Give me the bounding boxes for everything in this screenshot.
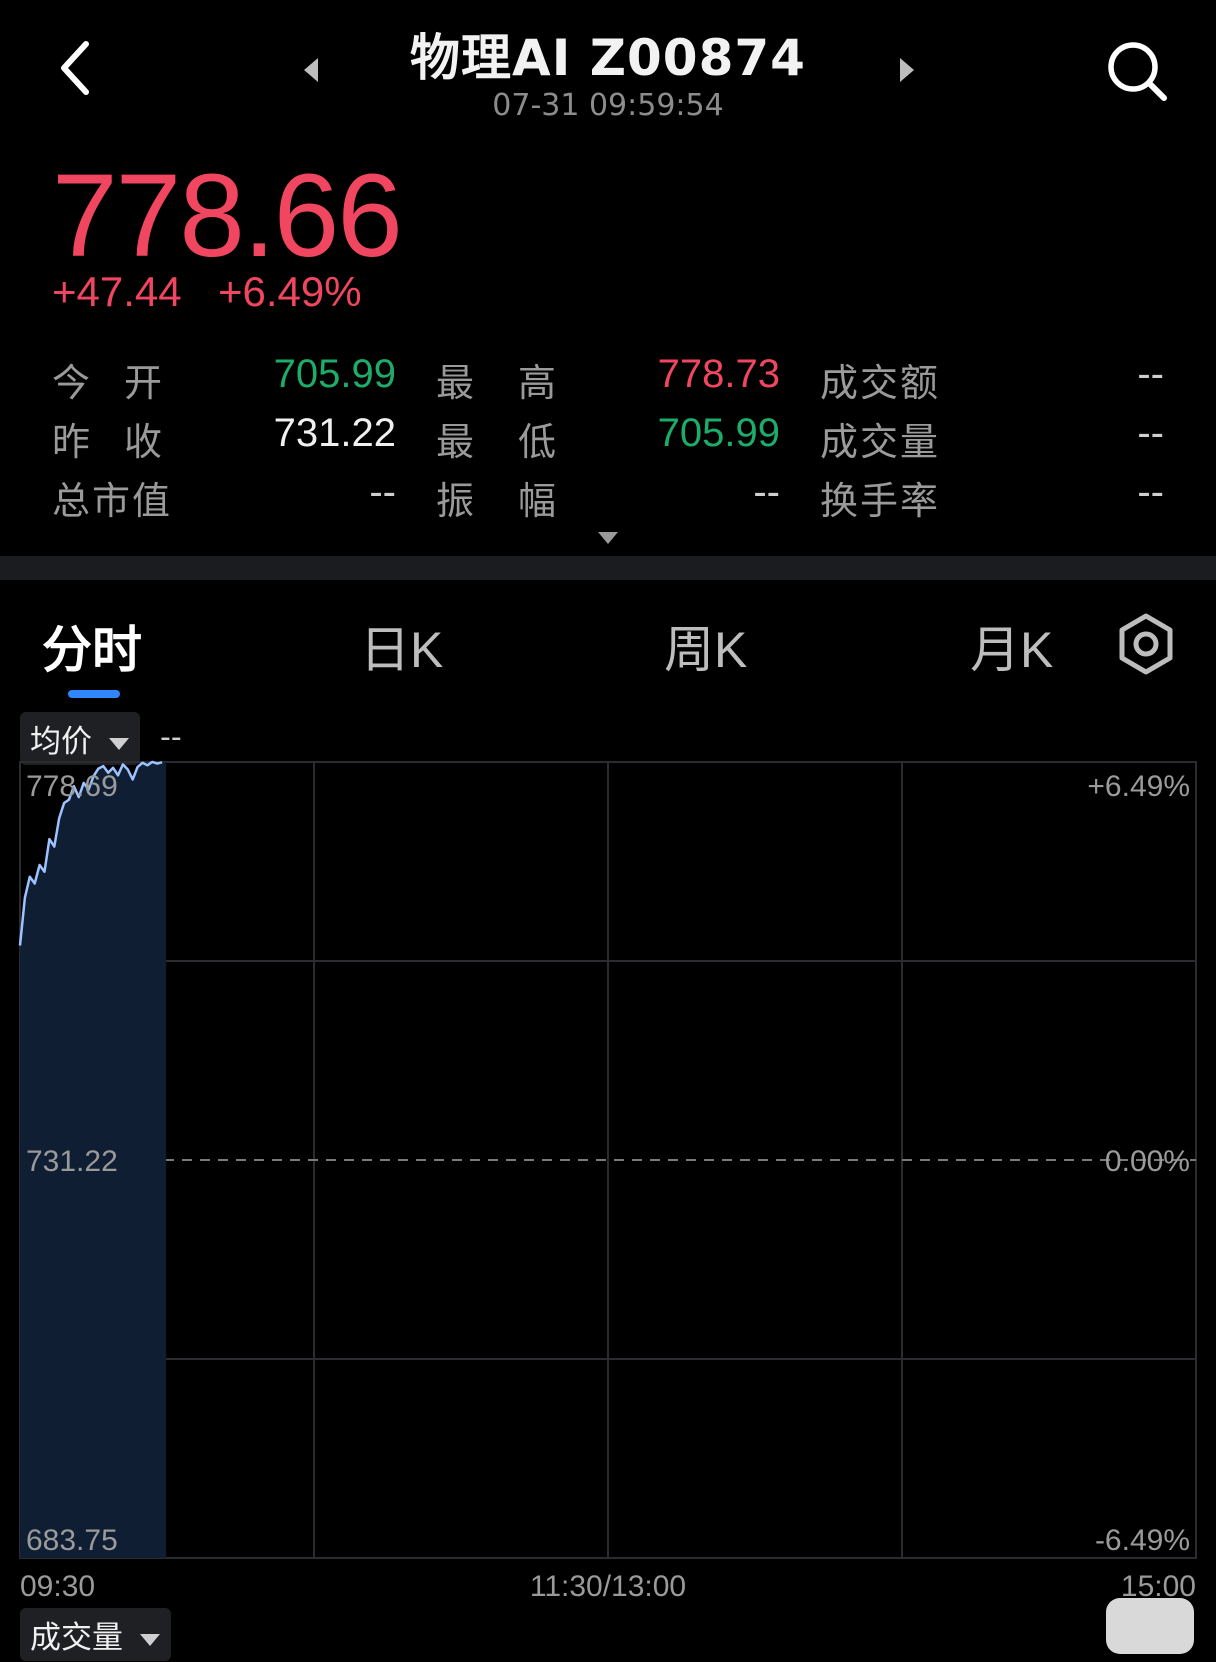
volume-dropdown[interactable]: 成交量 — [20, 1608, 171, 1661]
floating-action-button[interactable] — [1106, 1598, 1194, 1654]
y-axis-label-bottom: 683.75 — [26, 1524, 118, 1557]
y-axis-pct-bottom: -6.49% — [1095, 1524, 1190, 1557]
y-axis-pct-mid: 0.00% — [1105, 1145, 1190, 1178]
intraday-chart[interactable]: 778.69 731.22 683.75 +6.49% 0.00% -6.49% 09:30… — [0, 0, 1216, 1662]
x-axis-label-mid: 11:30/13:00 — [530, 1570, 686, 1603]
y-axis-label-top: 778.69 — [26, 770, 118, 803]
chevron-down-icon — [139, 1633, 161, 1647]
y-axis-label-mid: 731.22 — [26, 1145, 118, 1178]
y-axis-pct-top: +6.49% — [1087, 770, 1190, 803]
x-axis-label-start: 09:30 — [20, 1570, 95, 1603]
volume-indicator-label: 成交量 — [30, 1620, 123, 1656]
